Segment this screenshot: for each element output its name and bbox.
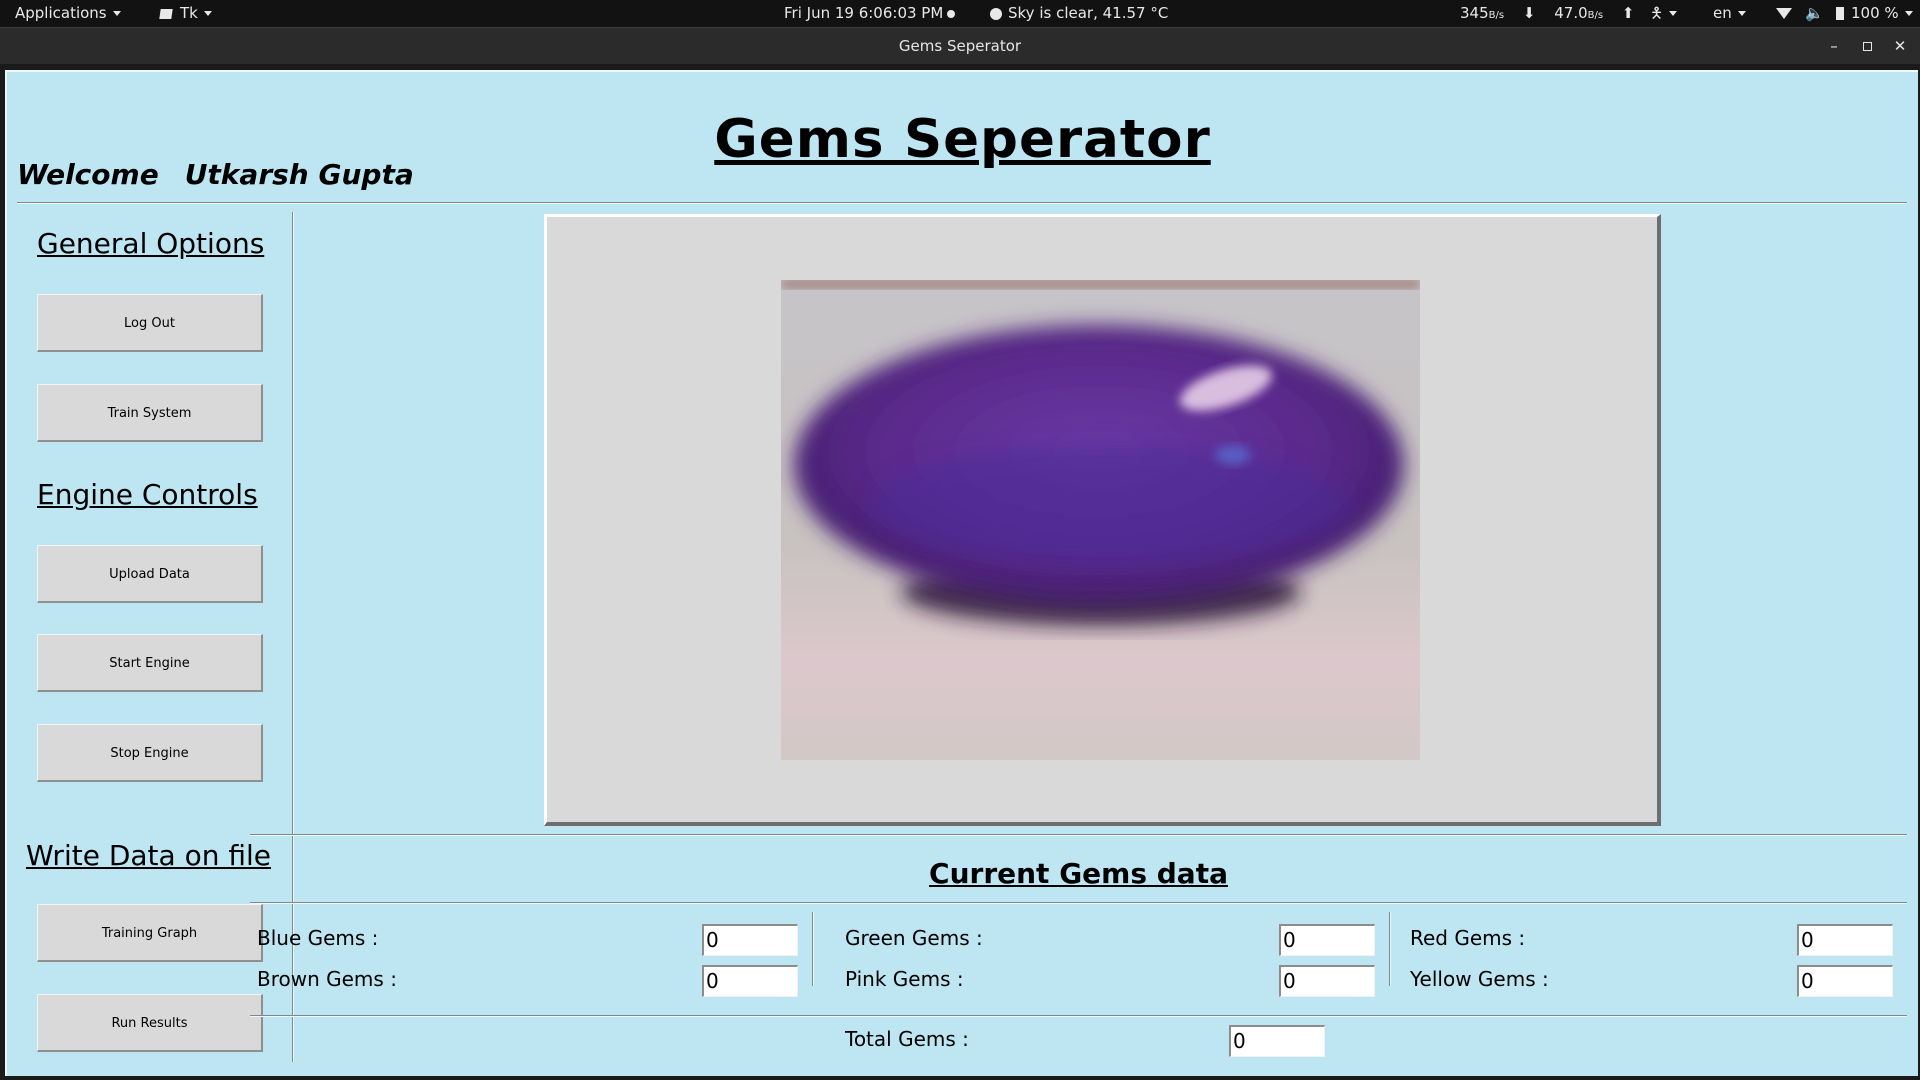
window-titlebar[interactable]: Gems Seperator – ✕ <box>0 27 1920 64</box>
pink-gems-label: Pink Gems : <box>845 967 964 991</box>
training-graph-button[interactable]: Training Graph <box>37 904 263 962</box>
minimize-icon: – <box>1830 37 1838 55</box>
maximize-button[interactable] <box>1855 28 1879 64</box>
current-gems-heading: Current Gems data <box>929 857 1228 890</box>
total-gems-label: Total Gems : <box>845 1027 969 1051</box>
yellow-gems-field[interactable]: 0 <box>1797 965 1893 997</box>
tk-label: Tk <box>180 4 198 22</box>
camera-frame <box>544 214 1661 826</box>
net-up-unit: B/s <box>1587 10 1604 21</box>
header-divider <box>17 202 1907 204</box>
maximize-icon <box>1862 42 1872 51</box>
top-panel: Applications Tk Fri Jun 19 6:06:03 PM Sk… <box>0 0 1920 27</box>
total-gems-field[interactable]: 0 <box>1229 1025 1325 1057</box>
accessibility-menu[interactable]: 🯅 <box>1650 0 1678 27</box>
battery-percent: 100 % <box>1851 4 1899 22</box>
general-options-heading: General Options <box>37 227 265 260</box>
battery-indicator[interactable]: 100 % <box>1836 0 1913 27</box>
applications-label: Applications <box>15 4 107 22</box>
minimize-button[interactable]: – <box>1822 28 1846 64</box>
stop-engine-button[interactable]: Stop Engine <box>37 724 263 782</box>
close-icon: ✕ <box>1893 37 1907 55</box>
network-speed[interactable]: 345B/s ⬇ 47.0B/s ⬆ <box>1460 0 1634 27</box>
accessibility-icon: 🯅 <box>1650 4 1664 22</box>
net-down-value: 345 <box>1460 4 1489 22</box>
chevron-down-icon <box>1737 11 1746 16</box>
start-engine-button[interactable]: Start Engine <box>37 634 263 692</box>
chevron-down-icon <box>1669 11 1678 16</box>
brown-gems-field[interactable]: 0 <box>702 965 798 997</box>
window-title: Gems Seperator <box>898 37 1022 55</box>
red-gems-field[interactable]: 0 <box>1797 924 1893 956</box>
language-menu[interactable]: en <box>1713 0 1746 27</box>
weather-indicator[interactable]: Sky is clear, 41.57 °C <box>990 0 1168 27</box>
red-gems-label: Red Gems : <box>1410 926 1526 950</box>
language-label: en <box>1713 4 1732 22</box>
train-system-button[interactable]: Train System <box>37 384 263 442</box>
pink-gems-field[interactable]: 0 <box>1279 965 1375 997</box>
yellow-gems-label: Yellow Gems : <box>1410 967 1549 991</box>
upload-arrow-icon: ⬆ <box>1621 4 1635 22</box>
gems-col-divider-1 <box>812 912 814 986</box>
speaker-icon: 🔈 <box>1805 4 1824 22</box>
run-results-button[interactable]: Run Results <box>37 994 263 1052</box>
gems-heading-divider <box>250 902 1907 904</box>
weather-text: Sky is clear, 41.57 °C <box>1008 4 1169 22</box>
welcome-line: Welcome Utkarsh Gupta <box>17 158 414 191</box>
chevron-down-icon <box>203 11 212 16</box>
chevron-down-icon <box>112 11 121 16</box>
net-down-unit: B/s <box>1488 10 1505 21</box>
clock[interactable]: Fri Jun 19 6:06:03 PM <box>784 0 956 27</box>
wifi-indicator[interactable] <box>1776 0 1792 27</box>
blue-gems-label: Blue Gems : <box>257 926 379 950</box>
net-up-value: 47.0 <box>1554 4 1588 22</box>
gem-camera-image <box>781 280 1420 760</box>
log-out-button[interactable]: Log Out <box>37 294 263 352</box>
window-icon <box>159 8 173 19</box>
user-name: Utkarsh Gupta <box>184 158 414 191</box>
tk-menu[interactable]: Tk <box>159 0 212 27</box>
wifi-icon <box>1776 8 1792 19</box>
volume-indicator[interactable]: 🔈 <box>1805 0 1824 27</box>
totals-divider <box>250 1015 1907 1017</box>
write-data-heading: Write Data on file <box>26 839 271 872</box>
green-gems-label: Green Gems : <box>845 926 983 950</box>
engine-controls-heading: Engine Controls <box>37 478 258 511</box>
notification-dot-icon <box>947 9 956 18</box>
image-divider <box>250 834 1907 836</box>
brown-gems-label: Brown Gems : <box>257 967 397 991</box>
green-gems-field[interactable]: 0 <box>1279 924 1375 956</box>
blue-gems-field[interactable]: 0 <box>702 924 798 956</box>
app-window: Gems Seperator Welcome Utkarsh Gupta Gene… <box>5 70 1918 1076</box>
upload-data-button[interactable]: Upload Data <box>37 545 263 603</box>
close-button[interactable]: ✕ <box>1888 28 1912 64</box>
chevron-down-icon <box>1904 11 1913 16</box>
weather-icon <box>990 7 1002 20</box>
gems-col-divider-2 <box>1389 912 1391 986</box>
clock-text: Fri Jun 19 6:06:03 PM <box>784 4 944 22</box>
applications-menu[interactable]: Applications <box>15 0 121 27</box>
battery-icon <box>1836 7 1844 20</box>
download-arrow-icon: ⬇ <box>1522 4 1536 22</box>
welcome-label: Welcome <box>17 158 159 191</box>
